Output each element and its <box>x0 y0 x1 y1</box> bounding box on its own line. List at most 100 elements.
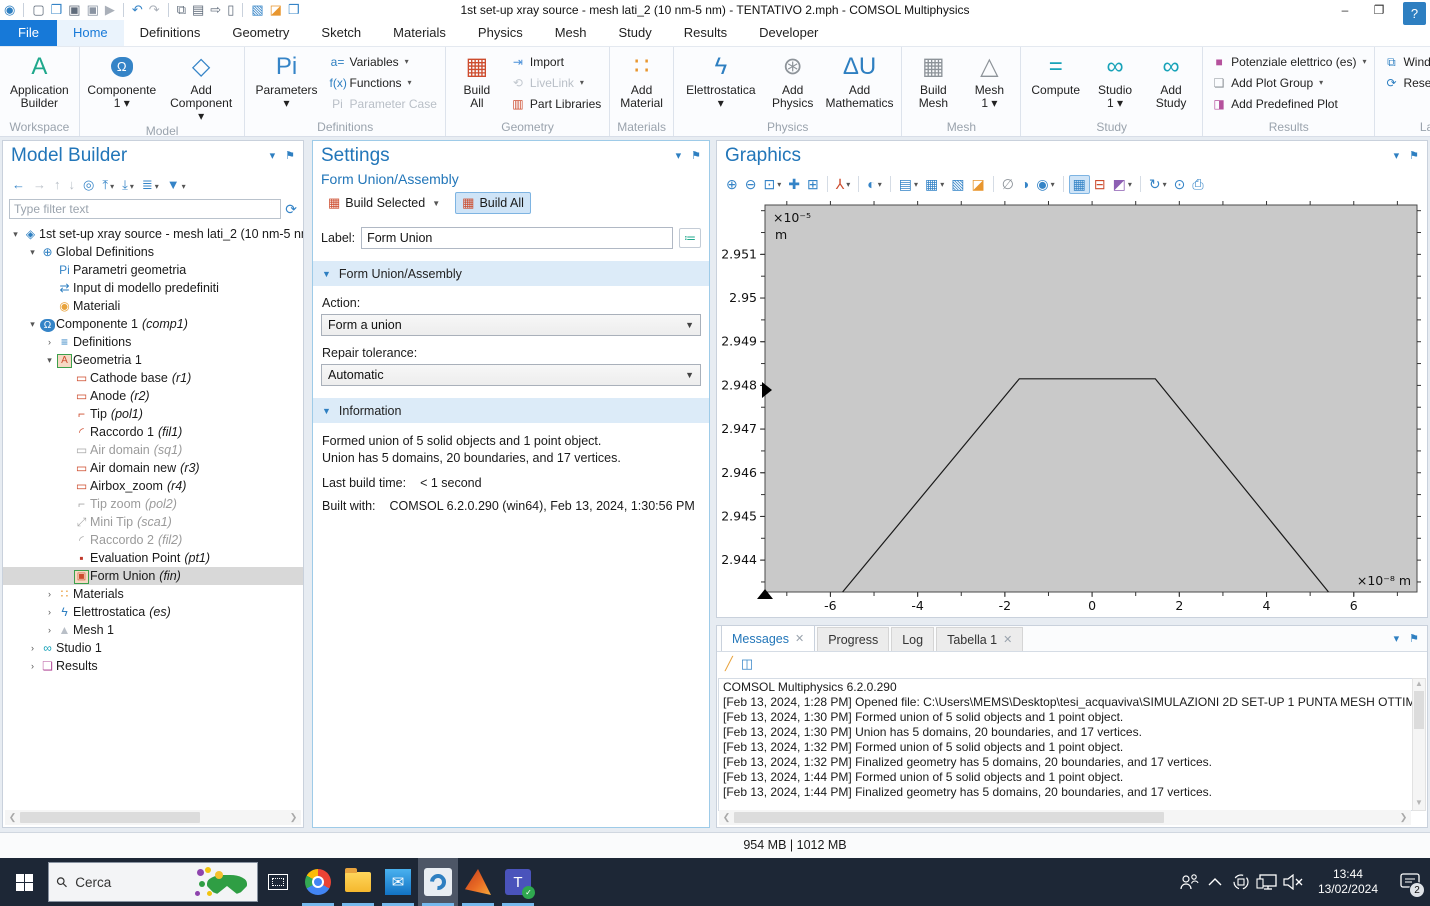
scroll-thumb[interactable] <box>20 812 200 823</box>
ribbon-button-add-physics[interactable]: ⊛Add Physics <box>766 49 820 119</box>
ribbon-button-mesh-1[interactable]: △Mesh 1 ▾ <box>962 49 1016 119</box>
mb-collapse-all-button[interactable]: ⤒▾ <box>99 176 117 193</box>
gfx-zoom-extents-button[interactable]: ✚ <box>785 176 803 193</box>
mb-expand-all-button[interactable]: ⤓▾ <box>119 176 137 193</box>
action-select[interactable]: Form a union ▼ <box>321 314 701 336</box>
scroll-right-icon[interactable]: ❯ <box>1396 812 1411 823</box>
taskbar-app-teams[interactable]: T✓ <box>498 858 538 906</box>
tree-item-anode[interactable]: ▭Anode(r2) <box>3 387 303 405</box>
minimize-button[interactable]: – <box>1328 0 1362 20</box>
mb-forward-button[interactable]: → <box>30 176 49 192</box>
ribbon-button-add-material[interactable]: ∷Add Material <box>614 49 669 119</box>
maximize-button[interactable]: ❐ <box>1362 0 1396 20</box>
new-button[interactable]: ▢ <box>32 1 44 19</box>
ribbon-button-build-mesh[interactable]: ▦Build Mesh <box>906 49 960 119</box>
tree-item-definitions[interactable]: ›≡Definitions <box>3 333 303 351</box>
run-button[interactable]: ▶ <box>105 1 115 19</box>
taskbar-app-matlab[interactable] <box>458 858 498 906</box>
mb-show-button[interactable]: ◎ <box>80 176 97 193</box>
ribbon-button-part-libraries[interactable]: ▥Part Libraries <box>506 93 605 114</box>
pin-icon[interactable]: ⚑ <box>691 149 701 162</box>
ribbon-button-elettrostatica[interactable]: ϟElettrostatica ▾ <box>678 49 764 119</box>
tray-display-icon[interactable] <box>1254 862 1280 902</box>
gfx-zoom-in-button[interactable]: ⊕ <box>723 176 741 193</box>
scroll-left-icon[interactable]: ❮ <box>5 812 20 823</box>
ribbon-button-parameter-case[interactable]: PiParameter Case <box>326 93 441 114</box>
tree-item-air-domain-new[interactable]: ▭Air domain new(r3) <box>3 459 303 477</box>
mb-move-up-button[interactable]: ↑ <box>51 176 64 192</box>
mb-filter-button[interactable]: ▼▾ <box>164 176 189 192</box>
rename-icon[interactable]: ≔ <box>679 228 701 248</box>
tree-item-componente-1[interactable]: ▾ΩComponente 1(comp1) <box>3 315 303 333</box>
tree-item-input-di-modello-predefiniti[interactable]: ⇄Input di modello predefiniti <box>3 279 303 297</box>
taskbar-clock[interactable]: 13:44 13/02/2024 <box>1310 867 1386 897</box>
tab-messages[interactable]: Messages✕ <box>721 625 815 651</box>
deselect-button[interactable]: ◪ <box>270 1 282 19</box>
tab-mesh[interactable]: Mesh <box>539 20 603 46</box>
save-as-button[interactable]: ▣ <box>87 1 99 19</box>
mb-node-text-button[interactable]: ≣▾ <box>139 176 162 193</box>
ribbon-button-parameters[interactable]: PiParameters ▾ <box>249 49 323 119</box>
undo-button[interactable]: ↶ <box>132 1 143 19</box>
chevron-down-icon[interactable]: ▾ <box>26 319 39 330</box>
gfx-image-copy-button[interactable]: ▦▾ <box>922 176 947 193</box>
mb-back-button[interactable]: ← <box>9 176 28 192</box>
ribbon-button-add-predefined-plot[interactable]: ◨Add Predefined Plot <box>1207 93 1370 114</box>
tray-people-icon[interactable] <box>1176 862 1202 902</box>
tree-item-geometria-1[interactable]: ▾AGeometria 1 <box>3 351 303 369</box>
form-union-section-header[interactable]: ▼ Form Union/Assembly <box>313 261 709 286</box>
pin-icon[interactable]: ⚑ <box>1409 632 1419 645</box>
msg-clear-button[interactable]: ╱ <box>725 656 733 672</box>
search-input[interactable] <box>75 875 185 890</box>
panel-menu-icon[interactable]: ▾ <box>1394 149 1400 162</box>
ribbon-button-livelink[interactable]: ⟲LiveLink▾ <box>506 72 605 93</box>
taskbar-app-comsol[interactable] <box>418 858 458 906</box>
redo-button[interactable]: ↷ <box>149 1 160 19</box>
scroll-up-icon[interactable]: ▲ <box>1415 679 1423 691</box>
ribbon-button-add-component[interactable]: ◇Add Component ▾ <box>162 49 241 123</box>
taskbar-app-chrome[interactable] <box>298 858 338 906</box>
tab-progress[interactable]: Progress <box>817 627 889 651</box>
gfx-view-options-button[interactable]: ◉▾ <box>1033 176 1057 193</box>
geometry-plot[interactable]: -6-4-202462.9442.9452.9462.9472.9482.949… <box>717 199 1429 619</box>
repair-tolerance-select[interactable]: Automatic ▼ <box>321 364 701 386</box>
tree-item-elettrostatica[interactable]: ›ϟElettrostatica(es) <box>3 603 303 621</box>
gfx-update-button[interactable]: ↻▾ <box>1146 176 1170 193</box>
open-button[interactable]: ❒ <box>51 1 63 19</box>
model-builder-hscrollbar[interactable]: ❮ ❯ <box>5 810 301 825</box>
gfx-grid-button[interactable]: ▦ <box>1069 175 1090 194</box>
tab-file[interactable]: File <box>0 20 57 46</box>
gfx-axis-orientation-button[interactable]: ⅄▾ <box>833 176 854 193</box>
ribbon-button-application-builder[interactable]: AApplication Builder <box>4 49 75 119</box>
start-button[interactable] <box>0 858 48 906</box>
close-tab-icon[interactable]: ✕ <box>1003 633 1012 646</box>
label-input[interactable] <box>361 227 673 249</box>
tab-sketch[interactable]: Sketch <box>305 20 377 46</box>
tree-item-raccordo-2[interactable]: ◜Raccordo 2(fil2) <box>3 531 303 549</box>
select-box-button[interactable]: ▧ <box>251 1 263 19</box>
gfx-image-snapshot-button[interactable]: ▤▾ <box>896 176 921 193</box>
taskbar-app-task-view[interactable] <box>258 858 298 906</box>
help-button[interactable]: ? <box>1403 2 1426 25</box>
tree-item-airbox-zoom[interactable]: ▭Airbox_zoom(r4) <box>3 477 303 495</box>
scroll-left-icon[interactable]: ❮ <box>719 812 734 823</box>
copy-button[interactable]: ⧉ <box>177 1 186 19</box>
ribbon-button-windows[interactable]: ⧉Windows▾ <box>1379 51 1430 72</box>
tree-item-materials[interactable]: ›∷Materials <box>3 585 303 603</box>
scroll-thumb[interactable] <box>1414 691 1424 729</box>
chevron-down-icon[interactable]: ▾ <box>9 229 22 240</box>
tree-item-1st-set-up-xray-source-mesh-lati-2-10-nm-5-nm[interactable]: ▾◈1st set-up xray source - mesh lati_2 (… <box>3 225 303 243</box>
chevron-down-icon[interactable]: ▾ <box>26 247 39 258</box>
tray-volume-muted-icon[interactable] <box>1280 862 1306 902</box>
taskbar-app-file-explorer[interactable] <box>338 858 378 906</box>
tree-item-form-union[interactable]: ▣Form Union(fin) <box>3 567 303 585</box>
tray-chevron-up-icon[interactable] <box>1202 862 1228 902</box>
tree-item-results[interactable]: ›❏Results <box>3 657 303 675</box>
pin-icon[interactable]: ⚑ <box>1409 149 1419 162</box>
gfx-plot-settings-button[interactable]: ⊟ <box>1091 176 1109 193</box>
ribbon-button-functions[interactable]: f(x)Functions▾ <box>326 72 441 93</box>
ribbon-button-build-all[interactable]: ▦Build All <box>450 49 504 119</box>
tray-sync-icon[interactable] <box>1228 862 1254 902</box>
taskbar-app-mail[interactable]: ✉ <box>378 858 418 906</box>
preview-button[interactable]: ❒ <box>288 1 300 19</box>
